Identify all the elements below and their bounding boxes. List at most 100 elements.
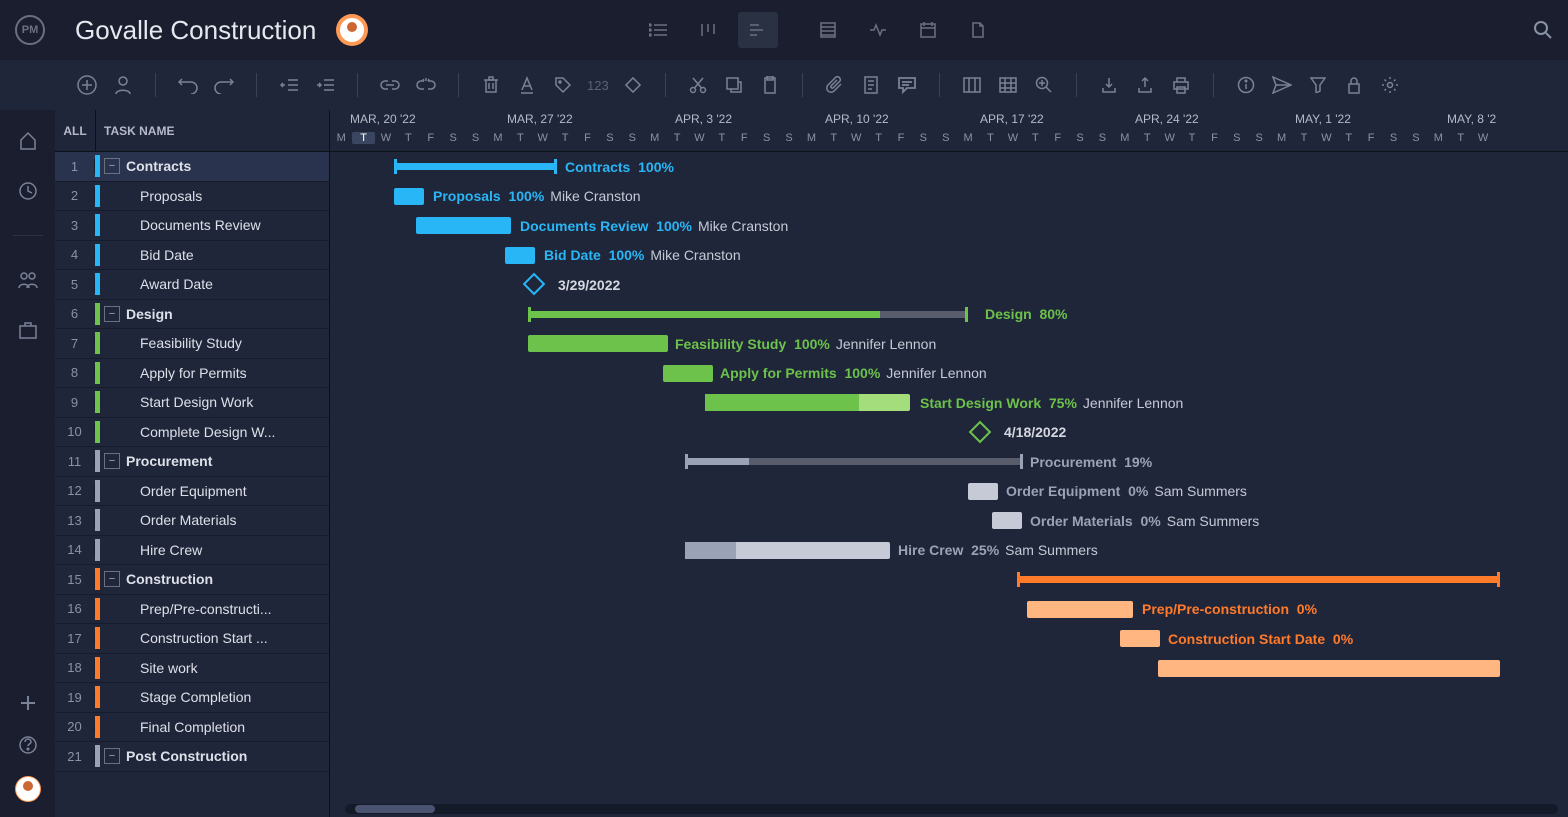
gantt-bar[interactable] [1158, 660, 1500, 677]
briefcase-icon[interactable] [17, 319, 39, 341]
view-gantt-icon[interactable] [738, 12, 778, 48]
horizontal-scrollbar[interactable] [345, 804, 1558, 814]
task-row[interactable]: 13 Order Materials [55, 506, 329, 536]
view-file-icon[interactable] [958, 12, 998, 48]
day-label: T [1181, 132, 1203, 144]
task-name: Prep/Pre-constructi... [100, 601, 329, 617]
collapse-icon[interactable]: − [104, 306, 120, 322]
gantt-bar[interactable] [505, 247, 535, 264]
people-icon[interactable] [17, 269, 39, 291]
indent-icon[interactable] [313, 73, 337, 97]
task-row[interactable]: 4 Bid Date [55, 241, 329, 271]
gantt-bar[interactable] [968, 483, 998, 500]
task-row[interactable]: 2 Proposals [55, 182, 329, 212]
gantt-bar[interactable] [394, 188, 424, 205]
toolbar-123[interactable]: 123 [587, 78, 609, 93]
task-row[interactable]: 10 Complete Design W... [55, 418, 329, 448]
outdent-icon[interactable] [277, 73, 301, 97]
gear-icon[interactable] [1378, 73, 1402, 97]
attachment-icon[interactable] [823, 73, 847, 97]
zoom-icon[interactable] [1032, 73, 1056, 97]
task-row[interactable]: 15 − Construction [55, 565, 329, 595]
gantt-bar[interactable] [394, 163, 557, 170]
font-icon[interactable] [515, 73, 539, 97]
collapse-icon[interactable]: − [104, 158, 120, 174]
task-row[interactable]: 17 Construction Start ... [55, 624, 329, 654]
lock-icon[interactable] [1342, 73, 1366, 97]
tag-icon[interactable] [551, 73, 575, 97]
home-icon[interactable] [17, 130, 39, 152]
task-row[interactable]: 6 − Design [55, 300, 329, 330]
cut-icon[interactable] [686, 73, 710, 97]
collapse-icon[interactable]: − [104, 453, 120, 469]
gantt-bar[interactable] [1027, 601, 1133, 618]
comment-icon[interactable] [895, 73, 919, 97]
unlink-icon[interactable] [414, 73, 438, 97]
user-avatar[interactable] [15, 776, 41, 802]
diamond-icon[interactable] [621, 73, 645, 97]
print-icon[interactable] [1169, 73, 1193, 97]
gantt-bar[interactable] [528, 311, 968, 318]
task-row[interactable]: 3 Documents Review [55, 211, 329, 241]
gantt-bar[interactable] [685, 542, 890, 559]
milestone-icon[interactable] [969, 420, 992, 443]
notes-icon[interactable] [859, 73, 883, 97]
clock-icon[interactable] [17, 180, 39, 202]
copy-icon[interactable] [722, 73, 746, 97]
search-icon[interactable] [1533, 20, 1553, 40]
redo-icon[interactable] [212, 73, 236, 97]
task-row[interactable]: 18 Site work [55, 654, 329, 684]
gantt-bar[interactable] [416, 217, 511, 234]
link-icon[interactable] [378, 73, 402, 97]
export-icon[interactable] [1133, 73, 1157, 97]
task-row[interactable]: 12 Order Equipment [55, 477, 329, 507]
task-row[interactable]: 7 Feasibility Study [55, 329, 329, 359]
task-row[interactable]: 14 Hire Crew [55, 536, 329, 566]
info-icon[interactable] [1234, 73, 1258, 97]
task-row[interactable]: 16 Prep/Pre-constructi... [55, 595, 329, 625]
collapse-icon[interactable]: − [104, 748, 120, 764]
view-activity-icon[interactable] [858, 12, 898, 48]
task-name: Procurement [120, 453, 329, 469]
columns-icon[interactable] [960, 73, 984, 97]
send-icon[interactable] [1270, 73, 1294, 97]
user-icon[interactable] [111, 73, 135, 97]
view-list-icon[interactable] [638, 12, 678, 48]
undo-icon[interactable] [176, 73, 200, 97]
view-sheet-icon[interactable] [808, 12, 848, 48]
view-calendar-icon[interactable] [908, 12, 948, 48]
column-taskname[interactable]: TASK NAME [96, 124, 174, 138]
gantt-chart[interactable]: MAR, 20 '22MAR, 27 '22APR, 3 '22APR, 10 … [330, 110, 1568, 817]
plus-icon[interactable] [17, 692, 39, 714]
trash-icon[interactable] [479, 73, 503, 97]
grid-icon[interactable] [996, 73, 1020, 97]
import-icon[interactable] [1097, 73, 1121, 97]
gantt-bar[interactable] [685, 458, 1023, 465]
task-row[interactable]: 20 Final Completion [55, 713, 329, 743]
task-row[interactable]: 8 Apply for Permits [55, 359, 329, 389]
gantt-bar[interactable] [528, 335, 668, 352]
column-all[interactable]: ALL [55, 124, 95, 138]
app-logo[interactable]: PM [15, 15, 45, 45]
gantt-bar[interactable] [1120, 630, 1160, 647]
gantt-bar[interactable] [992, 512, 1022, 529]
clipboard-icon[interactable] [758, 73, 782, 97]
milestone-icon[interactable] [523, 273, 546, 296]
task-row[interactable]: 5 Award Date [55, 270, 329, 300]
task-row[interactable]: 9 Start Design Work [55, 388, 329, 418]
task-row[interactable]: 1 − Contracts [55, 152, 329, 182]
add-icon[interactable] [75, 73, 99, 97]
task-row[interactable]: 11 − Procurement [55, 447, 329, 477]
collapse-icon[interactable]: − [104, 571, 120, 587]
gantt-bar[interactable] [663, 365, 713, 382]
avatar[interactable] [336, 14, 368, 46]
task-row[interactable]: 21 − Post Construction [55, 742, 329, 772]
gantt-bar[interactable] [1017, 576, 1500, 583]
filter-icon[interactable] [1306, 73, 1330, 97]
project-title[interactable]: Govalle Construction [75, 15, 316, 46]
task-row[interactable]: 19 Stage Completion [55, 683, 329, 713]
task-name: Feasibility Study [100, 335, 329, 351]
view-board-icon[interactable] [688, 12, 728, 48]
gantt-bar[interactable] [705, 394, 910, 411]
help-icon[interactable] [17, 734, 39, 756]
